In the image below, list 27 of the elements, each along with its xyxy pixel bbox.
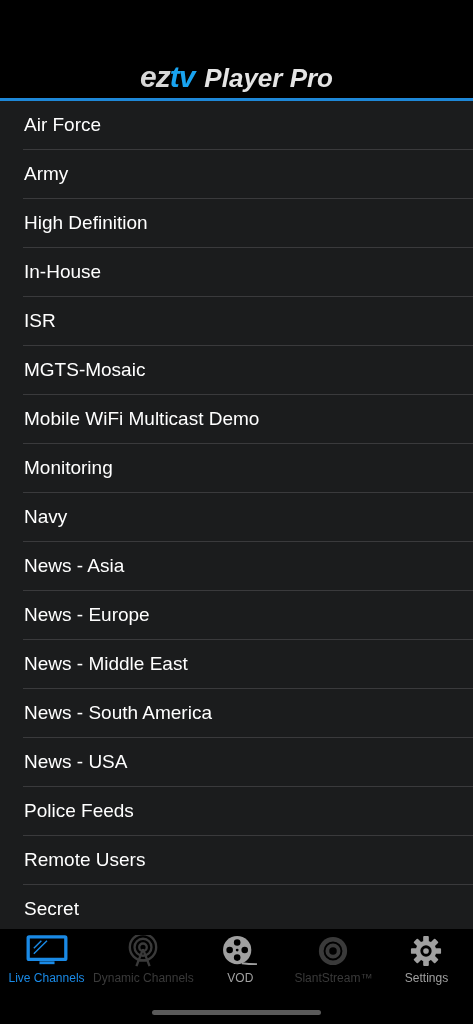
channel-group-item[interactable]: Monitoring: [24, 457, 113, 479]
film-reel-icon: [221, 935, 260, 967]
tab[interactable]: VOD: [193, 934, 287, 985]
app-logo: eztv Player Pro: [140, 62, 333, 92]
tab[interactable]: Live Channels: [0, 934, 94, 985]
lens-icon: [317, 935, 350, 967]
antenna-icon: [127, 935, 160, 967]
channel-group-item[interactable]: Navy: [24, 506, 68, 528]
channel-group-item[interactable]: News - Middle East: [24, 653, 188, 675]
channel-group-item[interactable]: News - Europe: [24, 604, 150, 626]
tv-icon: [25, 935, 68, 967]
channel-group-item[interactable]: News - South America: [24, 702, 212, 724]
channel-group-item[interactable]: News - Asia: [24, 555, 125, 577]
channel-group-item[interactable]: High Definition: [24, 212, 148, 234]
channel-group-item[interactable]: Police Feeds: [24, 800, 134, 822]
channel-group-item[interactable]: Secret: [24, 898, 79, 920]
home-indicator[interactable]: [152, 1010, 321, 1015]
settings-icon: [410, 935, 443, 967]
channel-group-item[interactable]: Air Force: [24, 114, 102, 136]
channel-group-item[interactable]: Mobile WiFi Multicast Demo: [24, 408, 260, 430]
channel-group-item[interactable]: Remote Users: [24, 849, 146, 871]
channel-group-item[interactable]: In-House: [24, 261, 102, 283]
tab[interactable]: Settings: [379, 934, 473, 985]
channel-group-item[interactable]: ISR: [24, 310, 56, 332]
channel-group-item[interactable]: Army: [24, 163, 69, 185]
channel-group-item[interactable]: MGTS-Mosaic: [24, 359, 146, 381]
channel-group-item[interactable]: News - USA: [24, 751, 128, 773]
